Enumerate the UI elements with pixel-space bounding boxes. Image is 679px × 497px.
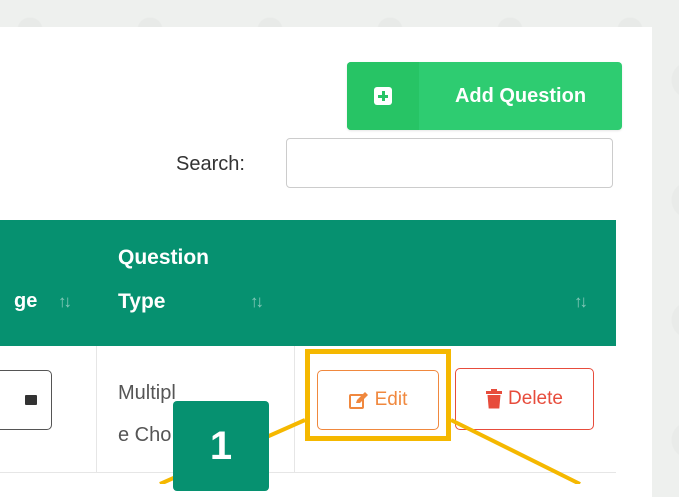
step-number: 1 xyxy=(209,423,233,468)
step-callout: 1 xyxy=(173,401,269,491)
callout-pointer-lines xyxy=(159,418,581,484)
